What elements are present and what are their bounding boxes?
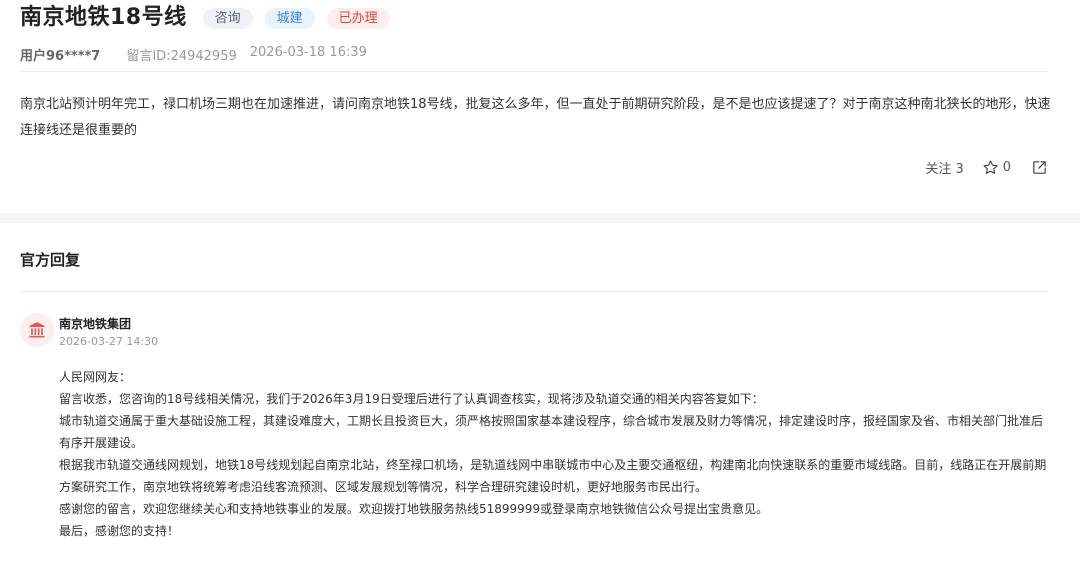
reply-paragraph: 感谢您的留言，欢迎您继续关心和支持地铁事业的发展。欢迎拨打地铁服务热线51899…	[59, 502, 769, 516]
org-name[interactable]: 南京地铁集团	[59, 315, 131, 332]
star-icon	[983, 159, 998, 174]
post-actions: 关注 3 0	[925, 156, 1048, 178]
reply-paragraph: 人民网网友：	[59, 370, 132, 384]
post-meta: 用户96****7 留言ID:24942959 2026-03-18 16:39	[20, 45, 367, 64]
page-title: 南京地铁18号线	[20, 5, 187, 30]
follow-button[interactable]: 关注 3	[925, 158, 963, 177]
reply-paragraph: 根据我市轨道交通线网规划，地铁18号线规划起自南京北站，终至禄口机场，是轨道线网…	[59, 458, 1047, 494]
avatar	[20, 313, 54, 347]
reply-datetime: 2026-03-27 14:30	[59, 335, 159, 348]
reply-paragraph: 留言收悉，您咨询的18号线相关情况，我们于2026年3月19日受理后进行了认真调…	[59, 392, 764, 406]
message-content: 南京北站预计明年完工，禄口机场三期也在加速推进，请问南京地铁18号线，批复这么多…	[20, 97, 1051, 138]
status-badge: 已办理	[326, 7, 390, 29]
reply-paragraph: 城市轨道交通属于重大基础设施工程，其建设难度大，工期长且投资巨大，须严格按照国家…	[59, 414, 1044, 450]
message-card: 南京地铁18号线 咨询 城建 已办理 用户96****7 留言ID:249429…	[0, 0, 1080, 213]
share-icon	[1033, 160, 1046, 174]
username[interactable]: 用户96****7	[20, 45, 100, 64]
message-id: 留言ID:24942959	[126, 49, 237, 64]
tag-consult[interactable]: 咨询	[202, 7, 253, 29]
title-row: 南京地铁18号线 咨询 城建 已办理	[20, 4, 390, 32]
reply-paragraph: 最后，感谢您的支持！	[59, 524, 180, 538]
reply-heading: 官方回复	[20, 251, 81, 269]
official-reply-card: 官方回复 南京地铁集团 2026-03-27 14:30 人民网网友： 留言收悉…	[0, 223, 1080, 585]
like-count: 0	[1002, 159, 1011, 175]
divider	[20, 291, 1048, 292]
government-building-icon	[29, 322, 45, 338]
post-datetime: 2026-03-18 16:39	[249, 45, 367, 60]
share-button[interactable]	[1031, 159, 1048, 176]
like-button[interactable]: 0	[982, 159, 1011, 176]
divider	[20, 71, 1048, 72]
reply-body: 人民网网友： 留言收悉，您咨询的18号线相关情况，我们于2026年3月19日受理…	[59, 366, 1049, 542]
tag-urban-construction[interactable]: 城建	[264, 7, 315, 29]
